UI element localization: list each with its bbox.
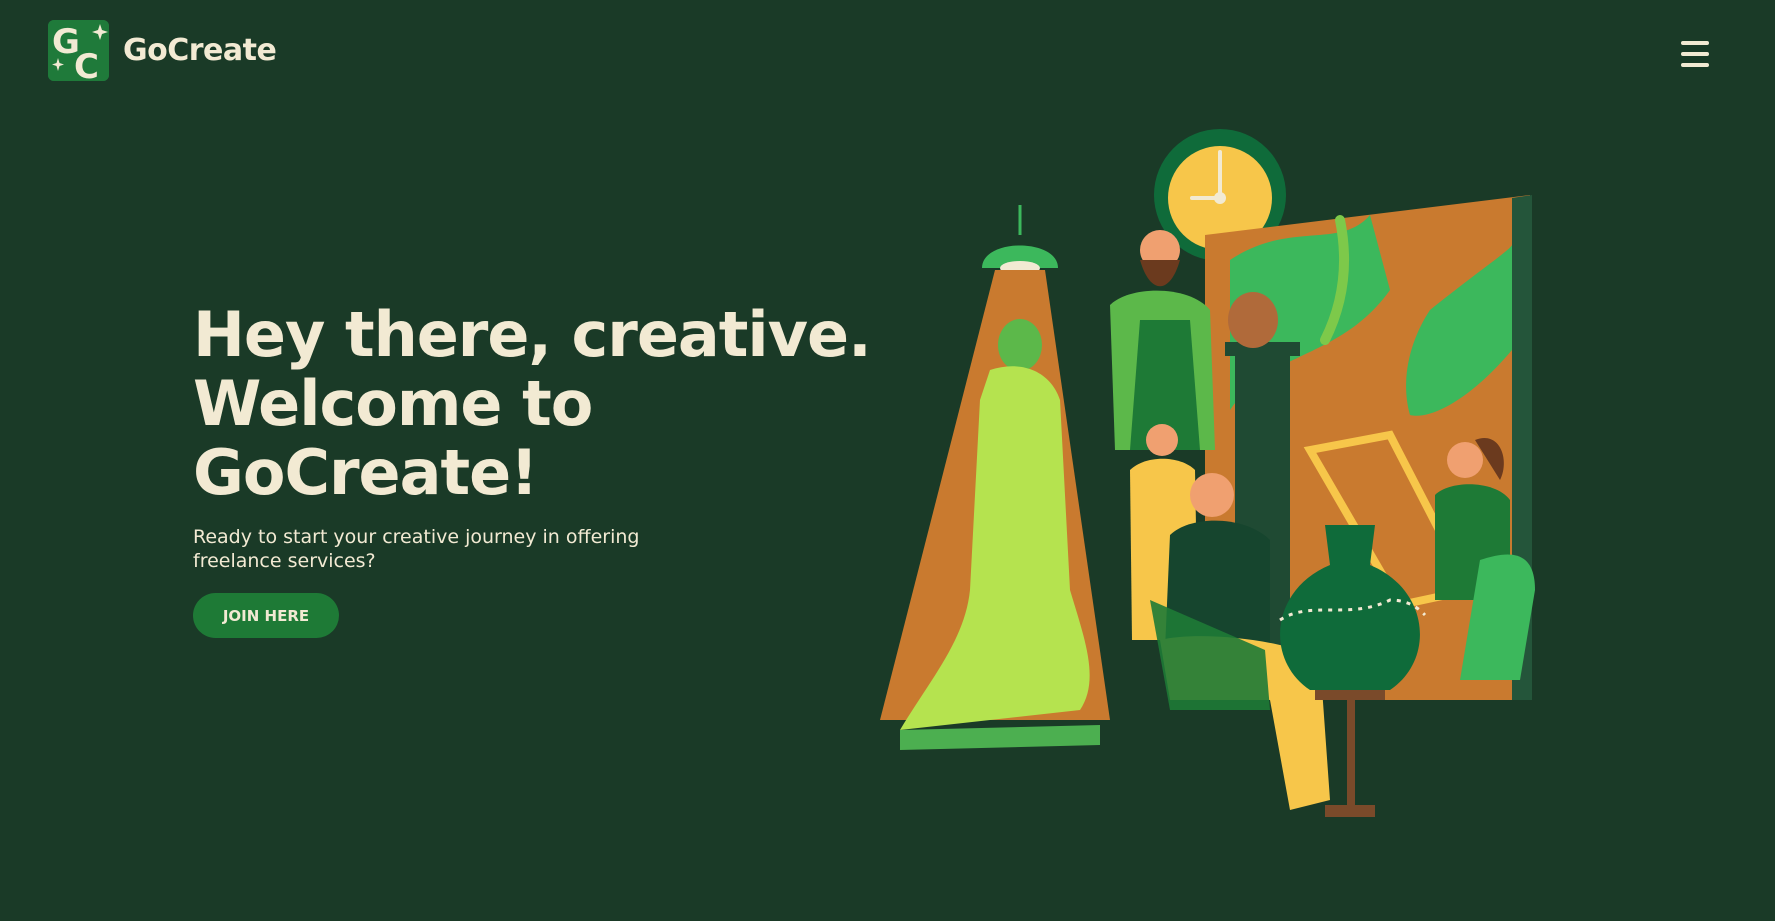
landing-page: G C GoCreate Hey there, creative. Welcom…: [0, 0, 1775, 921]
hero-section: Hey there, creative. Welcome to GoCreate…: [193, 298, 872, 638]
hero-title-line-1: Hey there, creative.: [193, 298, 872, 371]
join-here-button[interactable]: JOIN HERE: [193, 593, 339, 638]
menu-bar-middle: [1681, 52, 1709, 56]
svg-text:C: C: [74, 47, 99, 81]
site-header: G C GoCreate: [0, 0, 1775, 110]
hero-subtitle: Ready to start your creative journey in …: [193, 526, 640, 572]
gocreate-logo-icon: G C: [48, 20, 109, 81]
hero-title: Hey there, creative. Welcome to GoCreate…: [193, 298, 872, 509]
menu-bar-top: [1681, 41, 1709, 45]
hamburger-menu-icon[interactable]: [1681, 41, 1709, 67]
hero-title-line-2: Welcome to: [193, 367, 593, 440]
hero-title-line-3: GoCreate!: [193, 436, 538, 509]
brand-home-link[interactable]: G C GoCreate: [48, 20, 277, 81]
menu-bar-bottom: [1681, 63, 1709, 67]
artists-studio-illustration: [870, 120, 1570, 820]
brand-name: GoCreate: [123, 33, 277, 68]
